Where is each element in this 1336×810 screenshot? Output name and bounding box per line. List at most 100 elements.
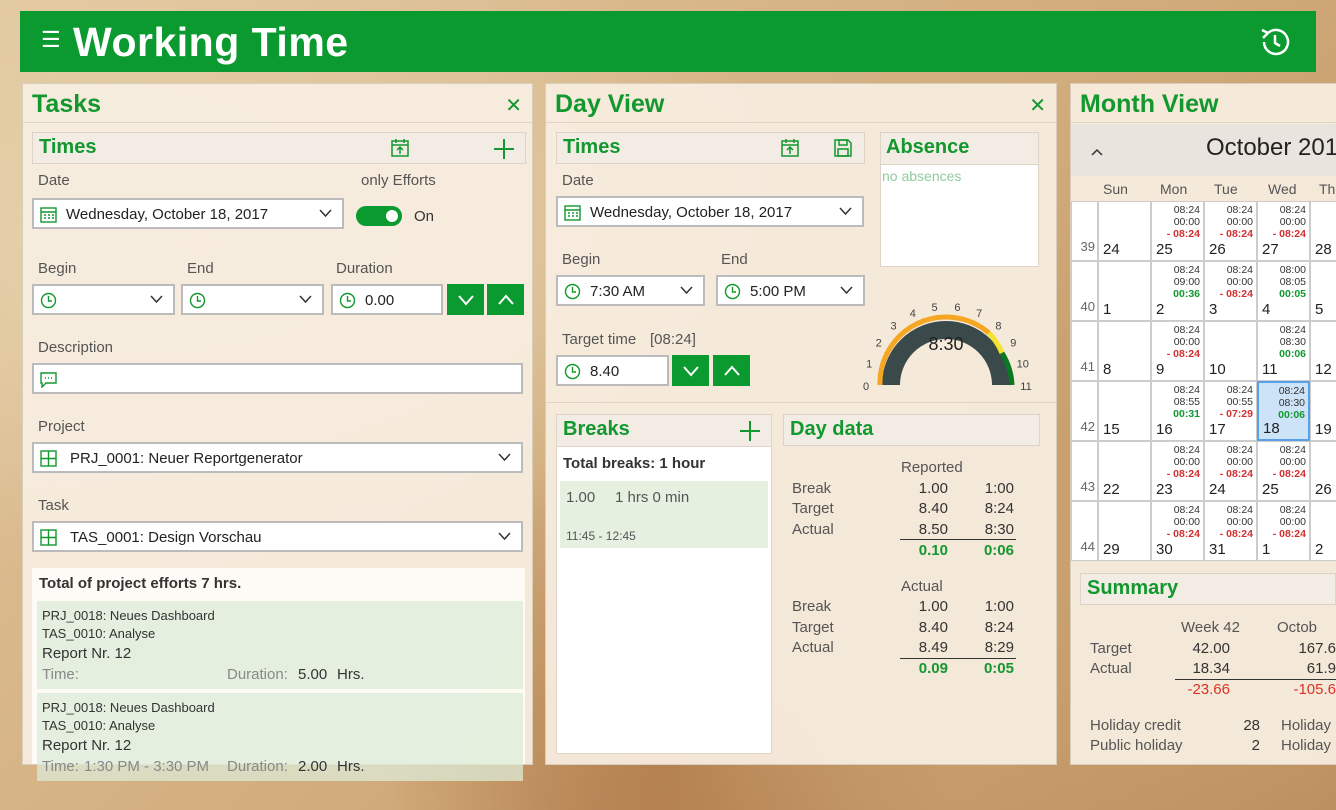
task-select[interactable]: TAS_0001: Design Vorschau [32, 521, 523, 552]
duration-decrease-button[interactable] [447, 284, 484, 315]
break-text: 1 hrs 0 min [615, 489, 690, 506]
day-target: 08:24 [1278, 385, 1305, 397]
list-item[interactable]: PRJ_0018: Neues Dashboard TAS_0010: Anal… [37, 693, 523, 781]
gauge-tick-label: 11 [1020, 381, 1031, 393]
calendar-day[interactable]: 08:24 08:55 00:31 16 [1151, 381, 1204, 441]
date-picker[interactable]: Wednesday, October 18, 2017 [556, 196, 864, 227]
end-label: End [187, 260, 214, 277]
calendar-day[interactable]: -12 [1310, 321, 1336, 381]
day-number: 18 [1263, 420, 1280, 437]
target-time-input[interactable]: 8.40 [556, 355, 669, 386]
calendar-day[interactable]: 08:24 00:00- 08:24 30 [1151, 501, 1204, 561]
day-balance: - 08:24 [1166, 528, 1200, 540]
calendar-day[interactable]: 08:24 00:00- 08:24 9 [1151, 321, 1204, 381]
calendar-day[interactable]: 08:24 08:30 00:06 11 [1257, 321, 1310, 381]
gauge-tick-label: 1 [866, 359, 872, 371]
calendar-day[interactable]: 22 [1098, 441, 1151, 501]
target-decrease-button[interactable] [672, 355, 709, 386]
actual-head: Actual [901, 578, 943, 595]
day-actual: 08:30 [1279, 336, 1306, 348]
day-target: 08:24 [1173, 444, 1200, 456]
calendar-day[interactable]: 28 [1310, 201, 1336, 261]
calendar-day[interactable]: 1 [1098, 261, 1151, 321]
day-of-week-header: Wed [1268, 181, 1297, 197]
calendar-day[interactable]: 08:24 00:00- 08:24 3 [1204, 261, 1257, 321]
reported-actual-label: Actual [792, 521, 834, 538]
day-number: 1 [1103, 301, 1112, 318]
calendar-icon [40, 207, 57, 223]
duration-input[interactable]: 0.00 [331, 284, 443, 315]
calendar-day[interactable]: 08:24 00:55- 07:29 17 [1204, 381, 1257, 441]
chevron-down-icon [319, 209, 332, 218]
begin-time-picker[interactable]: 7:30 AM [556, 275, 705, 306]
calendar-day[interactable]: 08:24 00:00- 08:24 31 [1204, 501, 1257, 561]
calendar-export-icon[interactable] [390, 138, 410, 158]
break-entry[interactable]: 1.00 1 hrs 0 min 11:45 - 12:45 [560, 481, 768, 548]
calendar-day[interactable]: 8 [1098, 321, 1151, 381]
calendar-day[interactable]: -26 [1310, 441, 1336, 501]
day-actual: 08:55 [1173, 396, 1200, 408]
clock-icon [189, 292, 206, 309]
day-target: 08:24 [1279, 504, 1306, 516]
history-icon[interactable] [1258, 25, 1292, 59]
reported-break-label: Break [792, 480, 832, 497]
calendar-day[interactable]: 08:24 08:30 00:06 18 [1257, 381, 1310, 441]
calendar-day[interactable]: 08:24 00:00- 08:24 27 [1257, 201, 1310, 261]
calendar-day[interactable]: -19 [1310, 381, 1336, 441]
day-target: 08:24 [1173, 204, 1200, 216]
times-section-header: Times [556, 132, 865, 164]
target-increase-button[interactable] [713, 355, 750, 386]
day-number: 12 [1315, 361, 1332, 378]
calendar-day[interactable]: 15 [1098, 381, 1151, 441]
day-actual: 00:00 [1173, 516, 1200, 528]
day-number: 25 [1262, 481, 1279, 498]
calendar-day[interactable]: -5 [1310, 261, 1336, 321]
description-input[interactable] [32, 363, 523, 394]
target-label: Target time [562, 331, 637, 348]
day-number: 24 [1209, 481, 1226, 498]
calendar-day[interactable]: 24 [1098, 201, 1151, 261]
close-icon[interactable]: ✕ [505, 93, 522, 118]
duration-increase-button[interactable] [487, 284, 524, 315]
entry-duration-label: Duration: [227, 758, 288, 775]
gauge-tick-label: 0 [863, 381, 869, 393]
day-target: 08:24 [1173, 324, 1200, 336]
calendar-day[interactable]: 08:24 00:00- 08:24 23 [1151, 441, 1204, 501]
day-balance: 00:06 [1278, 409, 1305, 421]
reported-actual-b: 8:30 [984, 521, 1014, 538]
save-icon[interactable] [833, 138, 853, 158]
day-of-week-header: Tue [1214, 181, 1238, 197]
calendar-day[interactable]: 08:00 08:05 00:05 4 [1257, 261, 1310, 321]
begin-time-picker[interactable] [32, 284, 175, 315]
calendar-day[interactable]: 08:24 00:00- 08:24 25 [1257, 441, 1310, 501]
hamburger-menu-icon[interactable]: ☰ [41, 29, 61, 51]
calendar-day[interactable]: 08:24 00:00- 08:24 25 [1151, 201, 1204, 261]
summary-diff-week: -23.66 [1187, 681, 1230, 698]
clock-icon [724, 283, 741, 300]
day-number: 5 [1315, 301, 1324, 318]
begin-value: 7:30 AM [590, 283, 646, 300]
calendar-day[interactable]: 2 [1310, 501, 1336, 561]
list-item[interactable]: PRJ_0018: Neues Dashboard TAS_0010: Anal… [37, 601, 523, 689]
calendar-export-icon[interactable] [780, 138, 800, 158]
calendar-day[interactable]: 08:24 00:00- 08:24 24 [1204, 441, 1257, 501]
close-icon[interactable]: ✕ [1029, 93, 1046, 118]
calendar-day[interactable]: 29 [1098, 501, 1151, 561]
only-efforts-toggle[interactable] [356, 206, 402, 226]
project-select[interactable]: PRJ_0001: Neuer Reportgenerator [32, 442, 523, 473]
day-number: 1 [1262, 541, 1271, 558]
calendar-day[interactable]: 10 [1204, 321, 1257, 381]
calendar-day[interactable]: 08:24 00:00- 08:24 26 [1204, 201, 1257, 261]
calendar-day[interactable]: 08:24 00:00- 08:24 1 [1257, 501, 1310, 561]
chevron-up-icon[interactable] [1091, 148, 1103, 156]
day-actual: 09:00 [1173, 276, 1200, 288]
breaks-title: Breaks [563, 418, 630, 440]
date-picker[interactable]: Wednesday, October 18, 2017 [32, 198, 344, 229]
calendar-day[interactable]: 08:24 09:00 00:36 2 [1151, 261, 1204, 321]
end-time-picker[interactable]: 5:00 PM [716, 275, 865, 306]
day-of-week-header: Th [1319, 181, 1336, 197]
end-time-picker[interactable] [181, 284, 324, 315]
divider [1175, 679, 1336, 680]
add-icon[interactable] [739, 420, 761, 442]
add-icon[interactable] [493, 138, 515, 160]
